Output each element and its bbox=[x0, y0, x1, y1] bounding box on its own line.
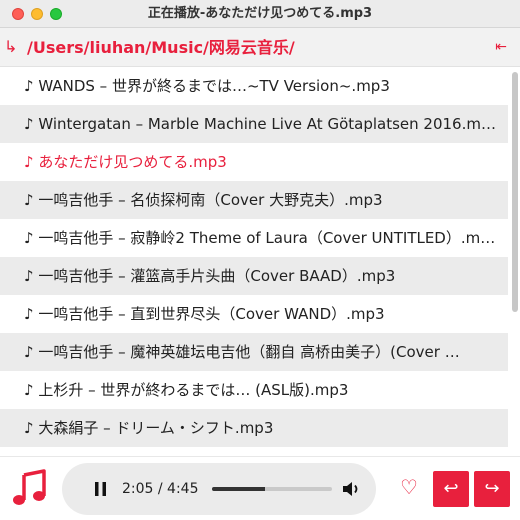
list-item[interactable]: ♪ 一鸣吉他手 – 直到世界尽头（Cover WAND）.mp3 bbox=[0, 295, 508, 333]
list-item[interactable]: ♪ 一鸣吉他手 – 寂静岭2 Theme of Laura（Cover UNTI… bbox=[0, 219, 508, 257]
previous-track-button[interactable]: ↩ bbox=[433, 471, 469, 507]
list-item[interactable]: ♪ 一鸣吉他手 – 魔神英雄坛电吉他（翻自 高桥由美子）(Cover … bbox=[0, 333, 508, 371]
list-item-playing[interactable]: ♪ あなただけ见つめてる.mp3 bbox=[0, 143, 508, 181]
path-bar: ↳ /Users/liuhan/Music/网易云音乐/ ⇤ bbox=[0, 28, 520, 67]
music-note-icon bbox=[13, 469, 46, 505]
list-item[interactable]: ♪ WANDS – 世界が終るまでは…~TV Version~.mp3 bbox=[0, 67, 508, 105]
progress-slider[interactable] bbox=[212, 487, 332, 491]
next-track-button[interactable]: ↪ bbox=[474, 471, 510, 507]
playback-controls: 2:05 / 4:45 bbox=[62, 463, 376, 515]
list-item[interactable]: ♪ 大森絹子 – ドリーム・シフト.mp3 bbox=[0, 409, 508, 447]
list-item[interactable]: ♪ 上杉升 – 世界が終わるまでは… (ASL版).mp3 bbox=[0, 371, 508, 409]
song-list: ♪ WANDS – 世界が終るまでは…~TV Version~.mp3 ♪ Win… bbox=[0, 67, 508, 456]
favorite-heart-icon[interactable]: ♡ bbox=[398, 476, 420, 498]
list-item[interactable]: ♪ 大森絹子 – 宙船（そらふね）(翻唱)（Cover 中岛みゆき）.mp3 bbox=[0, 447, 508, 456]
list-scrollbar[interactable] bbox=[512, 72, 518, 312]
window-title: 正在播放-あなただけ见つめてる.mp3 bbox=[147, 6, 373, 21]
list-item[interactable]: ♪ 一鸣吉他手 – 灌篮高手片头曲（Cover BAAD）.mp3 bbox=[0, 257, 508, 295]
app-window: 正在播放-あなただけ见つめてる.mp3 ↳ /Users/liuhan/Musi… bbox=[0, 0, 520, 520]
player-bar: 2:05 / 4:45 ♡ ↩ ↪ bbox=[0, 456, 520, 520]
title-bar: 正在播放-あなただけ见つめてる.mp3 bbox=[0, 0, 520, 28]
folder-path[interactable]: /Users/liuhan/Music/网易云音乐/ bbox=[27, 28, 295, 67]
time-readout: 2:05 / 4:45 bbox=[122, 481, 199, 497]
list-item[interactable]: ♪ Wintergatan – Marble Machine Live At G… bbox=[0, 105, 508, 143]
pause-icon[interactable] bbox=[94, 479, 108, 499]
progress-fill bbox=[212, 487, 265, 491]
volume-icon[interactable] bbox=[341, 479, 361, 499]
path-arrow-icon: ↳ bbox=[4, 37, 18, 56]
list-item[interactable]: ♪ 一鸣吉他手 – 名侦探柯南（Cover 大野克夫）.mp3 bbox=[0, 181, 508, 219]
collapse-left-icon[interactable]: ⇤ bbox=[492, 38, 510, 56]
